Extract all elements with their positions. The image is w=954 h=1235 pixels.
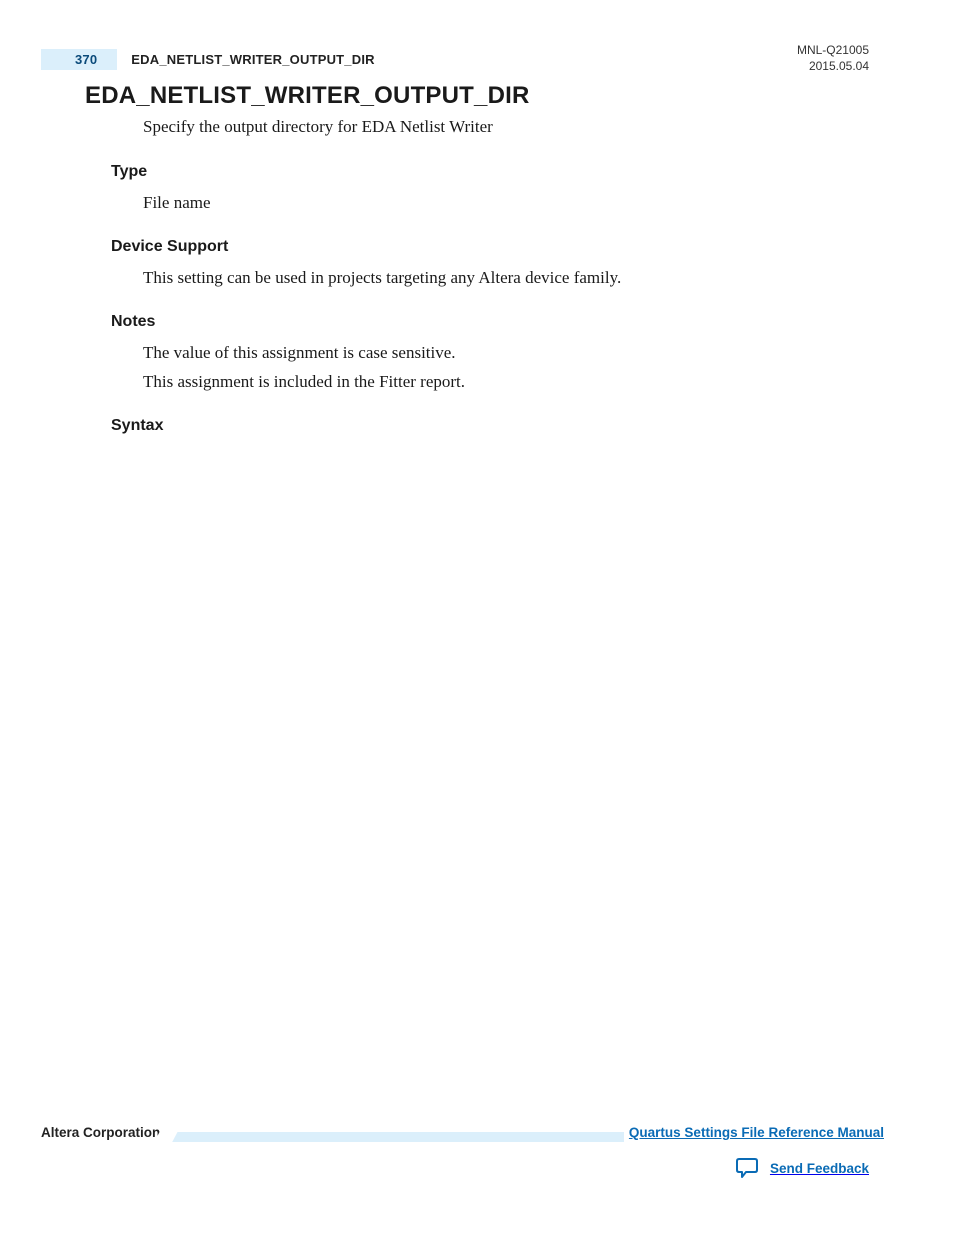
content: EDA_NETLIST_WRITER_OUTPUT_DIR Specify th… [85,82,869,443]
header-left: 370 EDA_NETLIST_WRITER_OUTPUT_DIR [41,49,375,69]
section-heading-syntax: Syntax [111,417,869,435]
section-body-type: File name [143,189,869,218]
section-body-notes-0: The value of this assignment is case sen… [143,339,869,368]
doc-date: 2015.05.04 [797,58,869,74]
section-heading-type: Type [111,163,869,181]
footer-manual-link[interactable]: Quartus Settings File Reference Manual [629,1125,884,1140]
page-title: EDA_NETLIST_WRITER_OUTPUT_DIR [85,82,869,110]
send-feedback-link[interactable]: Send Feedback [736,1157,869,1179]
section-heading-device-support: Device Support [111,238,869,256]
section-heading-notes: Notes [111,313,869,331]
speech-bubble-icon [736,1157,760,1179]
footer: Altera Corporation Quartus Settings File… [41,1123,884,1147]
section-body-notes-1: This assignment is included in the Fitte… [143,368,869,397]
doc-id: MNL-Q21005 [797,42,869,58]
send-feedback-label: Send Feedback [770,1161,869,1176]
footer-company: Altera Corporation [41,1125,160,1140]
page-number: 370 [41,49,117,70]
header-right: MNL-Q21005 2015.05.04 [797,42,869,74]
intro-paragraph: Specify the output directory for EDA Net… [143,116,869,139]
running-title: EDA_NETLIST_WRITER_OUTPUT_DIR [131,52,374,67]
section-body-device-support: This setting can be used in projects tar… [143,264,869,293]
footer-divider-bar [169,1132,624,1142]
